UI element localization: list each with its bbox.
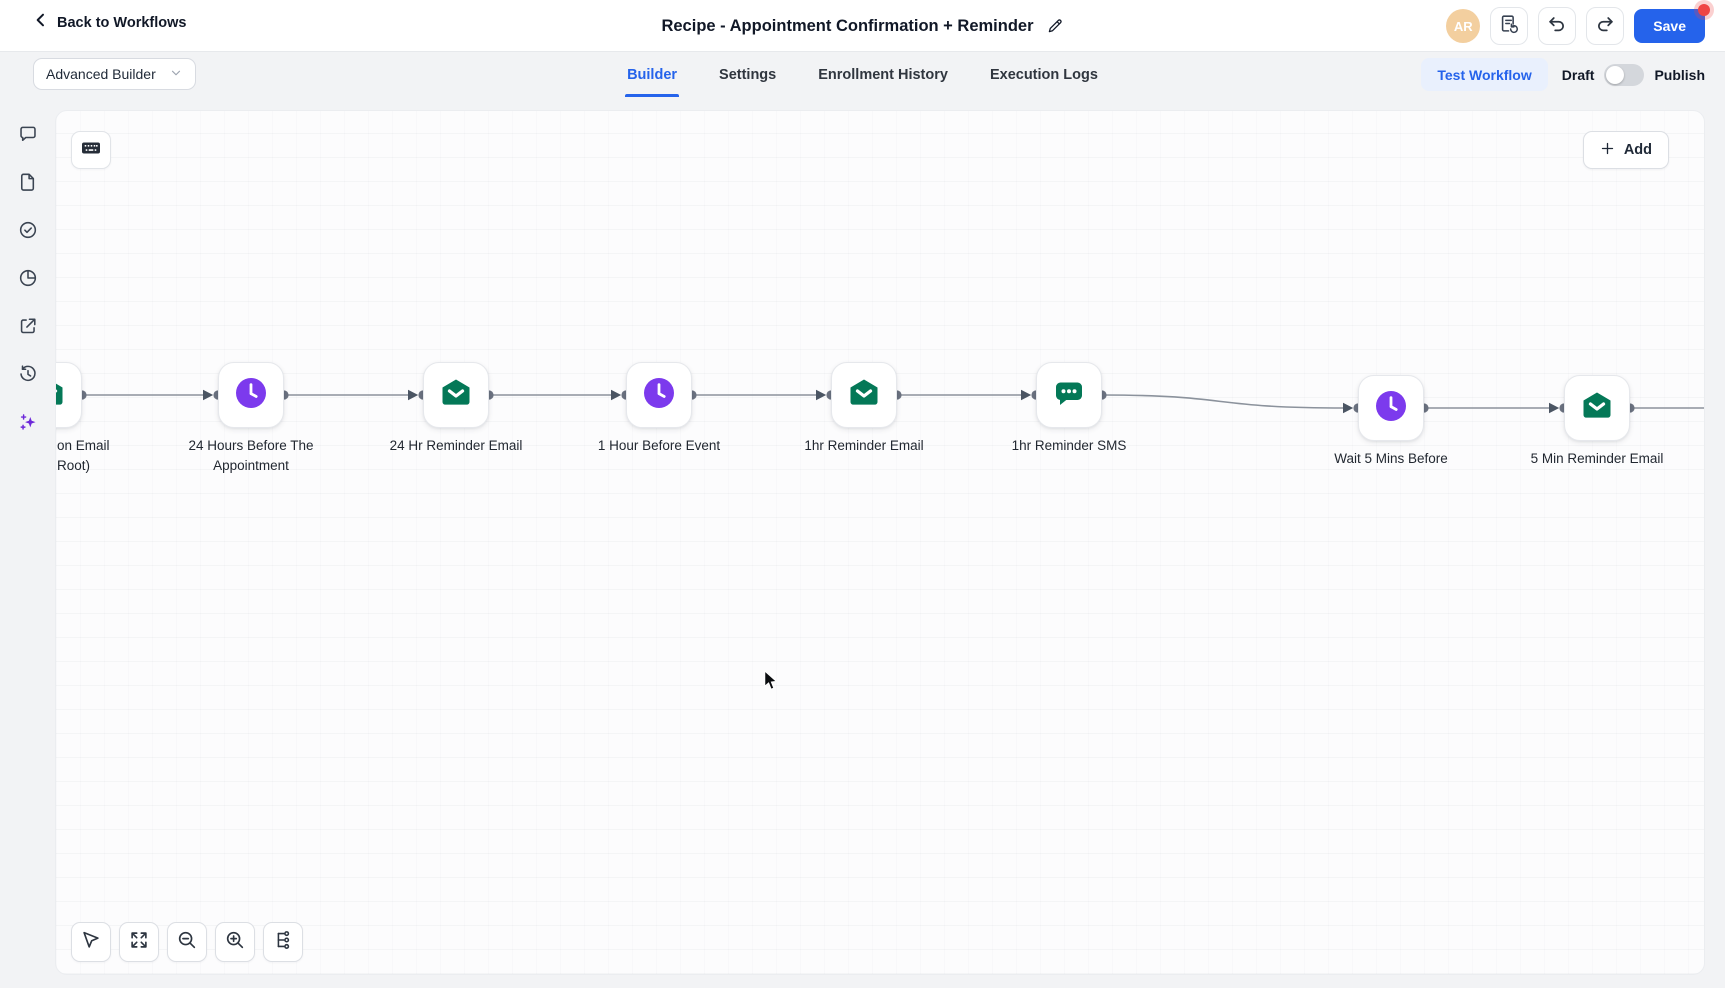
- zoom-in-icon: [224, 929, 246, 956]
- redo-button[interactable]: [1586, 7, 1624, 45]
- clock-icon: [1372, 387, 1410, 430]
- fit-view-icon: [128, 929, 150, 956]
- file-icon: [17, 171, 39, 198]
- undo-button[interactable]: [1538, 7, 1576, 45]
- pie-chart-icon: [17, 267, 39, 294]
- keyboard-icon: [79, 136, 103, 165]
- email-1h-node-label: 1hr Reminder Email: [774, 436, 954, 456]
- tab-settings[interactable]: Settings: [719, 52, 776, 97]
- workflow-toolbar: Advanced Builder BuilderSettingsEnrollme…: [0, 52, 1725, 97]
- email-icon: [55, 374, 68, 417]
- zoom-out-button[interactable]: [167, 922, 207, 962]
- draft-label: Draft: [1562, 67, 1595, 83]
- rail-pie-chart-icon[interactable]: [9, 261, 47, 299]
- wait-24h-node[interactable]: [218, 362, 284, 428]
- wait-5m-node[interactable]: [1358, 375, 1424, 441]
- email-24h-node-label: 24 Hr Reminder Email: [366, 436, 546, 456]
- chevron-left-icon: [33, 12, 49, 33]
- wait-24h-node-label: 24 Hours Before The Appointment: [161, 436, 341, 477]
- left-icon-rail: [0, 97, 55, 988]
- plus-icon: [1600, 141, 1615, 160]
- clock-icon: [640, 374, 678, 417]
- wait-5m-node-label: Wait 5 Mins Before: [1301, 449, 1481, 469]
- back-to-workflows-button[interactable]: Back to Workflows: [33, 12, 186, 33]
- edit-title-pencil-icon[interactable]: [1046, 17, 1064, 35]
- tab-builder[interactable]: Builder: [627, 52, 677, 97]
- email-icon: [1578, 387, 1616, 430]
- rail-external-link-icon[interactable]: [9, 309, 47, 347]
- document-restore-icon: [1498, 13, 1520, 40]
- publish-toggle[interactable]: [1604, 64, 1644, 86]
- rail-history-icon[interactable]: [9, 357, 47, 395]
- rail-check-circle-icon[interactable]: [9, 213, 47, 251]
- ai-sparkles-icon: [17, 411, 39, 438]
- email-icon: [437, 374, 475, 417]
- chat-icon: [17, 123, 39, 150]
- version-history-button[interactable]: [1490, 7, 1528, 45]
- keyboard-shortcuts-button[interactable]: [71, 131, 111, 169]
- rail-ai-sparkles-icon[interactable]: [9, 405, 47, 443]
- unsaved-changes-dot: [1698, 4, 1710, 16]
- tab-enrollment-history[interactable]: Enrollment History: [818, 52, 948, 97]
- history-icon: [17, 363, 39, 390]
- workflow-edges: [56, 111, 1705, 975]
- save-button[interactable]: Save: [1634, 9, 1705, 43]
- fit-view-button[interactable]: [119, 922, 159, 962]
- email-5m-node-label: 5 Min Reminder Email: [1507, 449, 1687, 469]
- undo-icon: [1546, 13, 1568, 40]
- sms-icon: [1050, 374, 1088, 417]
- email-icon: [845, 374, 883, 417]
- workflow-canvas[interactable]: on Email Root)24 Hours Before The Appoin…: [55, 110, 1705, 975]
- sms-1h-node-label: 1hr Reminder SMS: [979, 436, 1159, 456]
- tab-execution-logs[interactable]: Execution Logs: [990, 52, 1098, 97]
- clock-icon: [232, 374, 270, 417]
- auto-layout-button[interactable]: [263, 922, 303, 962]
- publish-label: Publish: [1654, 67, 1705, 83]
- top-header: Back to Workflows Recipe - Appointment C…: [0, 0, 1725, 52]
- rail-file-icon[interactable]: [9, 165, 47, 203]
- wait-1h-node-label: 1 Hour Before Event: [569, 436, 749, 456]
- email-5m-node[interactable]: [1564, 375, 1630, 441]
- rail-chat-icon[interactable]: [9, 117, 47, 155]
- external-link-icon: [17, 315, 39, 342]
- cursor-tool-icon: [80, 929, 102, 956]
- sms-1h-node[interactable]: [1036, 362, 1102, 428]
- check-circle-icon: [17, 219, 39, 246]
- email-24h-node[interactable]: [423, 362, 489, 428]
- email-1h-node[interactable]: [831, 362, 897, 428]
- page-title: Recipe - Appointment Confirmation + Remi…: [661, 17, 1033, 36]
- zoom-out-icon: [176, 929, 198, 956]
- back-label: Back to Workflows: [57, 15, 186, 31]
- test-workflow-button[interactable]: Test Workflow: [1421, 58, 1547, 91]
- avatar[interactable]: AR: [1446, 9, 1480, 43]
- cursor-tool-button[interactable]: [71, 922, 111, 962]
- add-node-button[interactable]: Add: [1583, 131, 1669, 169]
- confirmation-email-node[interactable]: [55, 362, 82, 428]
- wait-1h-node[interactable]: [626, 362, 692, 428]
- redo-icon: [1594, 13, 1616, 40]
- auto-layout-icon: [272, 929, 294, 956]
- zoom-in-button[interactable]: [215, 922, 255, 962]
- canvas-controls: [71, 922, 303, 962]
